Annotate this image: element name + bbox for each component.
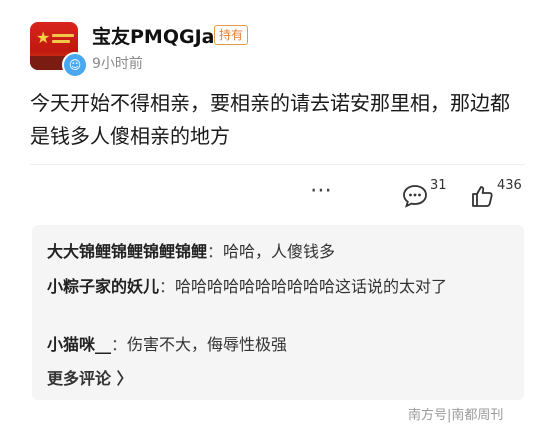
reply-separator: ：	[159, 277, 176, 296]
like-count: 436	[497, 178, 522, 193]
reply-item[interactable]: 大大锦鲤锦鲤锦鲤锦鲤：哈哈，人傻钱多	[47, 238, 335, 262]
holding-tag: 持有	[214, 25, 249, 45]
post-time: 9小时前	[92, 56, 143, 72]
reply-text: 伤害不大，侮辱性极强	[127, 335, 288, 354]
reply-author[interactable]: 小猫咪__	[47, 335, 111, 354]
reply-author[interactable]: 小粽子家的妖儿	[47, 277, 159, 296]
watermark: 南方号|南都周刊	[408, 408, 504, 423]
divider	[30, 164, 525, 165]
reply-text: 哈哈哈哈哈哈哈哈哈哈这话说的太对了	[175, 277, 448, 296]
replies-panel: 大大锦鲤锦鲤锦鲤锦鲤：哈哈，人傻钱多 小粽子家的妖儿：哈哈哈哈哈哈哈哈哈哈这话说…	[32, 225, 524, 400]
smile-badge-icon: ☺	[62, 52, 88, 78]
avatar-stripe	[52, 34, 74, 37]
username[interactable]: 宝友PMQGJa	[92, 22, 214, 49]
reply-separator: ：	[111, 335, 128, 354]
reply-separator: ：	[207, 242, 224, 261]
comment-icon[interactable]	[402, 184, 428, 208]
more-comments-link[interactable]: 更多评论 〉	[47, 365, 133, 389]
reply-item[interactable]: 小粽子家的妖儿：哈哈哈哈哈哈哈哈哈哈这话说的太对了	[47, 273, 447, 297]
thumbs-up-icon[interactable]	[470, 184, 494, 208]
ellipsis-icon[interactable]: ⋯	[310, 180, 334, 202]
avatar-stripe	[52, 40, 70, 43]
post-content: 今天开始不得相亲，要相亲的请去诺安那里相，那边都是钱多人傻相亲的地方	[30, 91, 510, 148]
reply-item[interactable]: 小猫咪__：伤害不大，侮辱性极强	[47, 331, 287, 355]
reply-text: 哈哈，人傻钱多	[223, 242, 336, 261]
reply-author[interactable]: 大大锦鲤锦鲤锦鲤锦鲤	[47, 242, 207, 261]
emblem-icon: ★	[36, 28, 51, 47]
comment-count: 31	[430, 178, 447, 193]
